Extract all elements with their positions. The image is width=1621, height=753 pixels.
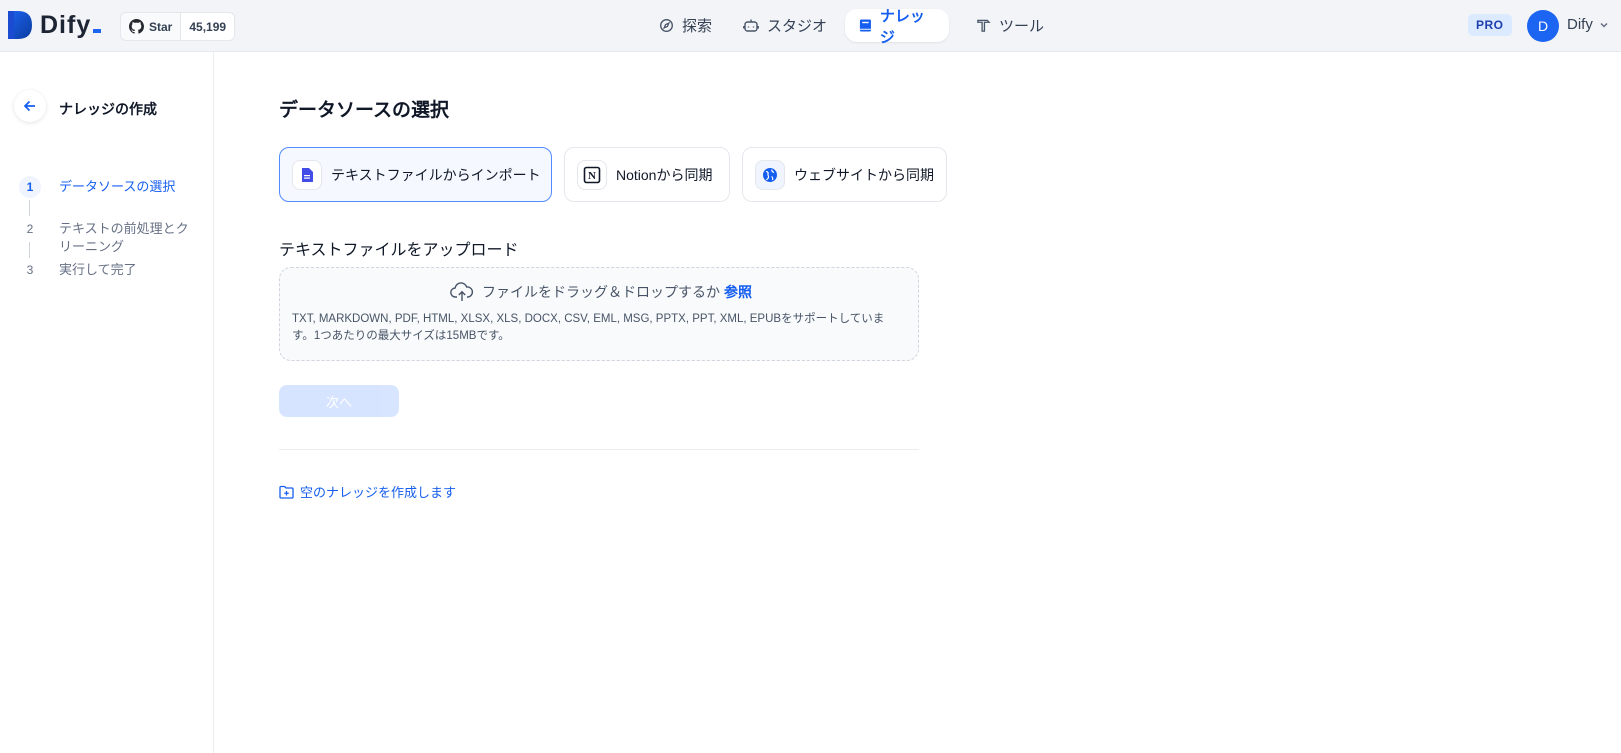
supported-formats-text: TXT, MARKDOWN, PDF, HTML, XLSX, XLS, DOC… xyxy=(292,313,885,342)
step-label: テキストの前処理とクリーニング xyxy=(59,221,189,254)
nav-explore-label: 探索 xyxy=(682,18,713,35)
next-button[interactable]: 次へ xyxy=(279,385,399,417)
svg-text:N: N xyxy=(588,170,596,182)
browse-link[interactable]: 参照 xyxy=(724,282,752,302)
sidebar: ナレッジの作成 1 データソースの選択 2 テキストの前処理とクリーニング 3 … xyxy=(0,52,214,753)
github-star-widget[interactable]: Star 45,199 xyxy=(120,12,236,41)
github-star-button[interactable]: Star xyxy=(121,13,182,40)
notion-icon: N xyxy=(577,159,607,190)
file-dropzone[interactable]: ファイルをドラッグ＆ドロップするか 参照 TXT, MARKDOWN, PDF,… xyxy=(279,267,919,361)
nav-knowledge[interactable]: ナレッジ xyxy=(845,8,949,46)
avatar[interactable]: D xyxy=(1527,10,1559,42)
nav-knowledge-label: ナレッジ xyxy=(879,7,925,46)
divider xyxy=(279,449,919,450)
create-empty-knowledge-label: 空のナレッジを作成します xyxy=(300,485,457,500)
top-header: Dify Star 45,199 探索 スタジオ ナレッジ ツール PRO D … xyxy=(0,0,1621,52)
logo-mark-icon xyxy=(8,11,32,39)
page-title: データソースの選択 xyxy=(279,100,450,121)
step-number: 3 xyxy=(26,263,34,277)
source-option-notion[interactable]: N Notionから同期 xyxy=(564,147,730,202)
logo-underscore xyxy=(93,28,102,33)
source-option-file[interactable]: テキストファイルからインポート xyxy=(279,147,552,202)
source-option-label: テキストファイルからインポート xyxy=(331,166,541,183)
source-option-label: ウェブサイトから同期 xyxy=(794,166,934,183)
source-option-website[interactable]: ウェブサイトから同期 xyxy=(742,147,947,202)
book-icon xyxy=(859,19,871,32)
arrow-left-icon xyxy=(23,100,35,112)
cloud-upload-icon xyxy=(450,282,474,301)
compass-icon xyxy=(660,19,673,32)
nav-studio[interactable]: スタジオ xyxy=(729,9,841,42)
create-empty-knowledge-link[interactable]: 空のナレッジを作成します xyxy=(279,482,456,501)
step-number: 2 xyxy=(26,222,34,236)
globe-icon xyxy=(755,159,785,190)
nav-studio-label: スタジオ xyxy=(767,18,828,35)
github-icon xyxy=(129,19,144,34)
step-connector xyxy=(29,200,30,216)
step-label: データソースの選択 xyxy=(59,179,176,194)
dropzone-prompt: ファイルをドラッグ＆ドロップするか xyxy=(482,284,720,300)
robot-icon xyxy=(743,19,759,32)
hammer-icon xyxy=(977,19,991,32)
sidebar-title: ナレッジの作成 xyxy=(59,101,157,117)
source-option-label: Notionから同期 xyxy=(616,166,713,183)
step-label: 実行して完了 xyxy=(59,262,137,277)
nav-tools[interactable]: ツール xyxy=(962,9,1058,42)
file-icon xyxy=(292,159,322,190)
github-star-count: 45,199 xyxy=(181,13,235,40)
upload-section-title: テキストファイルをアップロード xyxy=(279,242,519,259)
chevron-down-icon[interactable] xyxy=(1599,20,1609,30)
dify-logo[interactable]: Dify xyxy=(8,10,102,40)
nav-explore[interactable]: 探索 xyxy=(645,9,726,42)
plan-badge: PRO xyxy=(1468,14,1512,36)
brand-name: Dify xyxy=(40,10,92,39)
step-number: 1 xyxy=(19,176,41,198)
nav-tools-label: ツール xyxy=(999,18,1045,35)
github-star-label: Star xyxy=(149,19,173,34)
step-connector xyxy=(29,242,30,258)
folder-plus-icon xyxy=(279,485,294,499)
user-name[interactable]: Dify xyxy=(1567,16,1593,33)
back-button[interactable] xyxy=(14,90,46,122)
